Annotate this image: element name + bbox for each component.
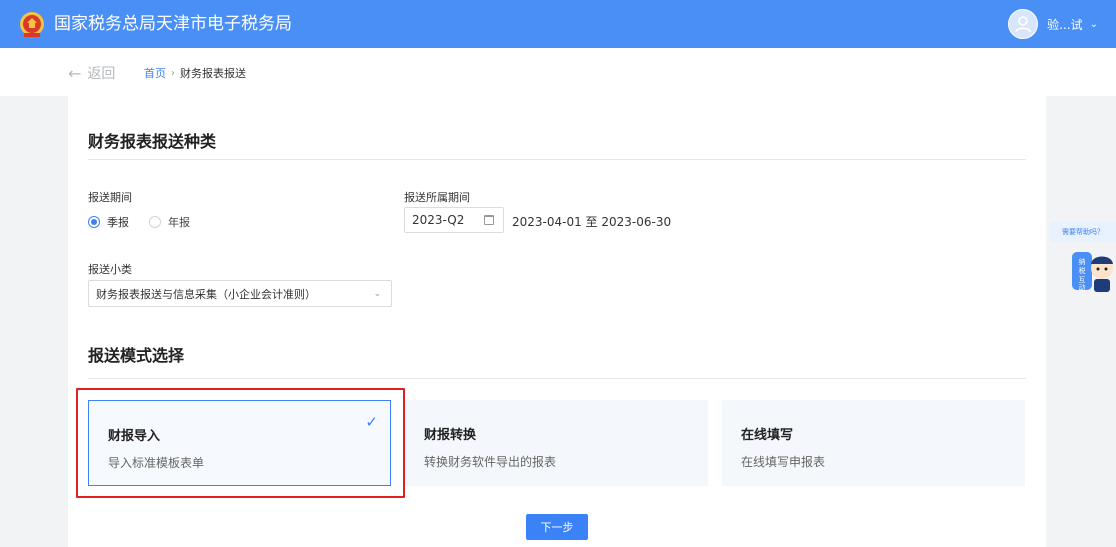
divider xyxy=(88,159,1026,160)
mode-card-desc[interactable]: 在线填写申报表 xyxy=(741,453,825,470)
back-button[interactable]: ← 返回 xyxy=(68,63,115,83)
calendar-icon[interactable] xyxy=(484,215,494,225)
mode-card-online[interactable]: 在线填写 在线填写申报表 xyxy=(722,400,1025,486)
subtype-select-value[interactable]: 财务报表报送与信息采集（小企业会计准则） xyxy=(96,286,316,302)
site-title: 国家税务总局天津市电子税务局 xyxy=(54,14,292,34)
mascot-text-4: 动 xyxy=(1079,283,1086,292)
top-header: 国家税务总局天津市电子税务局 验...试 ⌄ xyxy=(0,0,1116,48)
radio-annual[interactable]: 年报 xyxy=(149,214,190,230)
breadcrumb-home-link[interactable]: 首页 xyxy=(144,65,166,81)
radio-annual-label[interactable]: 年报 xyxy=(168,214,190,230)
mascot-text-3: 互 xyxy=(1079,276,1086,284)
period-picker[interactable]: 2023-Q2 xyxy=(404,207,504,233)
breadcrumb: 首页 › 财务报表报送 xyxy=(144,65,246,81)
mode-card-desc[interactable]: 转换财务软件导出的报表 xyxy=(424,453,556,470)
mode-card-title[interactable]: 在线填写 xyxy=(741,424,793,443)
mode-card-convert[interactable]: 财报转换 转换财务软件导出的报表 xyxy=(405,400,708,486)
arrow-left-icon[interactable]: ← xyxy=(68,64,81,83)
mascot-text-1: 纳 xyxy=(1079,257,1086,266)
period-picker-value[interactable]: 2023-Q2 xyxy=(412,213,464,227)
back-label[interactable]: 返回 xyxy=(87,63,115,83)
selection-highlight-box xyxy=(76,388,405,498)
user-avatar-icon[interactable] xyxy=(1008,9,1039,39)
chevron-down-icon[interactable]: ⌄ xyxy=(1090,19,1098,30)
section-title-report-type: 财务报表报送种类 xyxy=(88,132,217,151)
user-menu[interactable]: 验...试 ⌄ xyxy=(1008,9,1098,39)
section-title-mode: 报送模式选择 xyxy=(88,346,185,365)
breadcrumb-bar: ← 返回 首页 › 财务报表报送 xyxy=(0,48,1116,96)
period-radio-group: 季报 年报 xyxy=(88,214,210,230)
subtype-label: 报送小类 xyxy=(88,263,132,276)
radio-unchecked-icon[interactable] xyxy=(149,216,161,228)
chevron-down-icon[interactable]: ⌄ xyxy=(373,289,381,299)
subtype-select[interactable]: 财务报表报送与信息采集（小企业会计准则） ⌄ xyxy=(88,280,392,307)
next-step-button[interactable]: 下一步 xyxy=(526,514,588,540)
chevron-right-icon: › xyxy=(171,67,175,79)
belong-period-label: 报送所属期间 xyxy=(404,191,470,204)
tax-bureau-emblem-icon xyxy=(20,12,44,37)
period-range: 2023-04-01 至 2023-06-30 xyxy=(512,215,672,229)
mode-card-title[interactable]: 财报转换 xyxy=(424,424,476,443)
main-panel: 财务报表报送种类 报送期间 季报 年报 报送所属期间 2023-Q2 2023-… xyxy=(68,96,1046,547)
breadcrumb-current: 财务报表报送 xyxy=(180,67,246,80)
help-mascot-icon[interactable]: 纳 税 互 动 xyxy=(1072,248,1114,294)
mascot-text-2: 税 xyxy=(1079,266,1086,275)
username[interactable]: 验...试 xyxy=(1047,16,1082,33)
period-label: 报送期间 xyxy=(88,191,132,204)
help-tab[interactable]: 需要帮助吗？ xyxy=(1050,222,1116,242)
divider xyxy=(88,378,1026,379)
radio-quarterly[interactable]: 季报 xyxy=(88,214,129,230)
radio-checked-icon[interactable] xyxy=(88,216,100,228)
radio-quarterly-label[interactable]: 季报 xyxy=(107,214,129,230)
